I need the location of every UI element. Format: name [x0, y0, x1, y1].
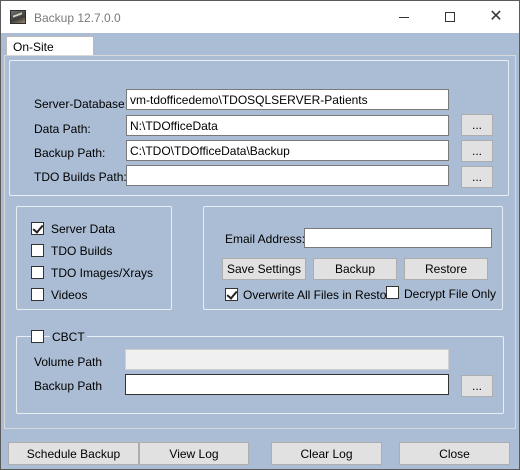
server-data-checkbox[interactable] — [31, 222, 44, 235]
window-title: Backup 12.7.0.0 — [34, 11, 121, 25]
server-database-label: Server-Database: — [34, 97, 129, 111]
data-path-field[interactable]: N:\TDOfficeData — [126, 115, 449, 136]
cbct-group: CBCT Volume Path Backup Path ... — [16, 330, 504, 414]
view-log-button[interactable]: View Log — [139, 442, 249, 465]
data-path-browse-button[interactable]: ... — [461, 114, 493, 136]
backup-path-browse-button[interactable]: ... — [461, 140, 493, 162]
tab-page-on-site-backup: Server-Database: vm-tdofficedemo\TDOSQLS… — [4, 55, 516, 429]
tdo-images-xrays-checkbox[interactable] — [31, 266, 44, 279]
minimize-button[interactable] — [381, 1, 427, 33]
tdo-builds-path-browse-button[interactable]: ... — [461, 166, 493, 188]
tdo-builds-label: TDO Builds — [51, 244, 113, 258]
backup-items-group: Server Data TDO Builds TDO Images/Xrays … — [16, 206, 172, 310]
videos-checkbox[interactable] — [31, 288, 44, 301]
backup-window: Backup 12.7.0.0 ✕ On-Site Backup Server-… — [0, 0, 520, 470]
clear-log-button[interactable]: Clear Log — [271, 442, 382, 465]
schedule-backup-button[interactable]: Schedule Backup — [8, 442, 139, 465]
maximize-icon — [445, 12, 455, 22]
backup-path-field[interactable]: C:\TDO\TDOfficeData\Backup — [126, 140, 449, 161]
backup-button[interactable]: Backup — [313, 258, 397, 280]
volume-path-field[interactable] — [125, 349, 449, 370]
restore-button[interactable]: Restore — [404, 258, 488, 280]
footer-bar: Schedule Backup View Log Clear Log Close — [1, 431, 519, 469]
server-data-label: Server Data — [51, 222, 116, 236]
minimize-icon — [399, 16, 409, 18]
server-database-field[interactable]: vm-tdofficedemo\TDOSQLSERVER-Patients — [126, 89, 449, 110]
cbct-backup-path-field[interactable] — [125, 374, 449, 395]
tdo-builds-checkbox[interactable] — [31, 244, 44, 257]
actions-group: Email Address: Save Settings Backup Rest… — [203, 206, 503, 310]
data-path-label: Data Path: — [34, 122, 91, 136]
tdo-builds-path-field[interactable] — [126, 165, 449, 186]
tab-on-site-backup[interactable]: On-Site Backup — [6, 36, 94, 68]
videos-label: Videos — [51, 288, 88, 302]
cbct-backup-path-label: Backup Path — [34, 379, 103, 393]
overwrite-all-files-checkbox[interactable] — [225, 288, 238, 301]
decrypt-file-only-label: Decrypt File Only — [404, 287, 497, 301]
overwrite-all-files-label: Overwrite All Files in Restore — [243, 288, 398, 302]
email-address-label: Email Address: — [225, 232, 306, 246]
tdo-builds-path-label: TDO Builds Path: — [34, 170, 127, 184]
decrypt-file-only-checkbox[interactable] — [386, 286, 399, 299]
close-window-button[interactable]: ✕ — [473, 1, 519, 33]
cbct-label: CBCT — [50, 330, 87, 344]
volume-path-label: Volume Path — [34, 355, 103, 369]
cbct-backup-path-browse-button[interactable]: ... — [461, 375, 493, 397]
email-address-field[interactable] — [304, 228, 492, 248]
tdo-images-xrays-label: TDO Images/Xrays — [51, 266, 154, 280]
close-icon: ✕ — [489, 8, 503, 25]
paths-group: Server-Database: vm-tdofficedemo\TDOSQLS… — [9, 60, 509, 196]
cbct-checkbox[interactable] — [31, 330, 44, 343]
app-icon — [10, 10, 26, 24]
title-bar[interactable]: Backup 12.7.0.0 ✕ — [1, 1, 519, 33]
save-settings-button[interactable]: Save Settings — [222, 258, 306, 280]
backup-path-label: Backup Path: — [34, 146, 106, 160]
close-button[interactable]: Close — [399, 442, 510, 465]
maximize-button[interactable] — [427, 1, 473, 33]
